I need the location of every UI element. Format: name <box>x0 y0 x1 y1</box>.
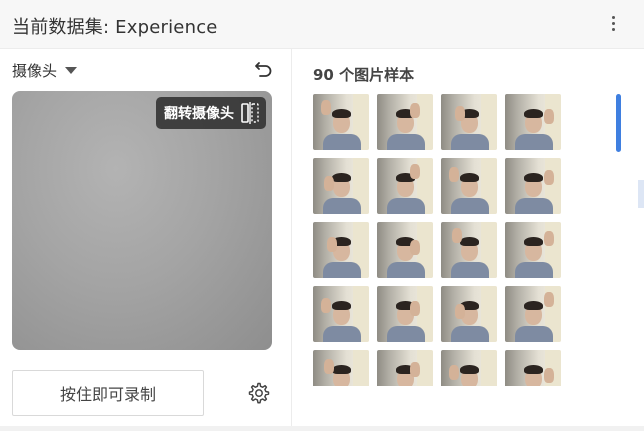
gear-icon[interactable] <box>246 381 270 405</box>
sample-thumbnail[interactable] <box>505 222 561 278</box>
undo-icon[interactable] <box>254 59 274 79</box>
thumbnail-shirt <box>323 134 361 150</box>
sample-thumbnail[interactable] <box>377 286 433 342</box>
thumbnail-shirt <box>323 198 361 214</box>
thumbnail-hair <box>524 301 543 310</box>
samples-panel: 90 个图片样本 <box>293 49 644 431</box>
thumbnail-shirt <box>451 262 489 278</box>
thumbnail-hair <box>524 109 543 118</box>
bottom-divider <box>0 426 644 431</box>
thumbnail-shirt <box>515 326 553 342</box>
thumbnail-hand <box>544 368 554 383</box>
more-vertical-icon[interactable] <box>604 12 622 34</box>
thumbnail-hand <box>410 103 420 118</box>
samples-grid <box>313 94 573 386</box>
thumbnail-shirt <box>323 326 361 342</box>
sample-thumbnail[interactable] <box>505 94 561 150</box>
sample-thumbnail[interactable] <box>377 350 433 386</box>
thumbnail-hand <box>452 228 462 243</box>
hold-to-record-button[interactable]: 按住即可录制 <box>12 370 204 416</box>
thumbnail-hair <box>460 237 479 246</box>
dataset-title: 当前数据集: Experience <box>12 17 218 38</box>
scrollbar-thumb[interactable] <box>616 94 621 152</box>
thumbnail-hand <box>410 240 420 255</box>
sample-thumbnail[interactable] <box>441 158 497 214</box>
camera-select-label: 摄像头 <box>12 61 58 80</box>
thumbnail-hair <box>524 237 543 246</box>
thumbnail-shirt <box>451 198 489 214</box>
thumbnail-hand <box>410 301 420 316</box>
thumbnail-hand <box>455 106 465 121</box>
thumbnail-hand <box>410 164 420 179</box>
sample-thumbnail[interactable] <box>313 286 369 342</box>
thumbnail-shirt <box>451 134 489 150</box>
samples-count-title: 90 个图片样本 <box>313 66 415 84</box>
thumbnail-hand <box>544 231 554 246</box>
app-header: 当前数据集: Experience <box>0 0 644 49</box>
flip-camera-button[interactable]: 翻转摄像头 <box>156 97 266 129</box>
thumbnail-hand <box>544 292 554 307</box>
thumbnail-shirt <box>451 326 489 342</box>
sample-thumbnail[interactable] <box>505 286 561 342</box>
thumbnail-hand <box>324 359 334 374</box>
sample-thumbnail[interactable] <box>313 94 369 150</box>
thumbnail-hair <box>460 173 479 182</box>
camera-select[interactable]: 摄像头 <box>12 59 78 81</box>
camera-panel: 摄像头 翻转摄像头 按住即可录制 <box>0 49 292 431</box>
thumbnail-hand <box>544 109 554 124</box>
sample-thumbnail[interactable] <box>313 350 369 386</box>
flip-camera-label: 翻转摄像头 <box>164 106 234 122</box>
thumbnail-hair <box>332 301 351 310</box>
sample-thumbnail[interactable] <box>377 158 433 214</box>
thumbnail-hand <box>321 298 331 313</box>
sample-thumbnail[interactable] <box>505 158 561 214</box>
thumbnail-hair <box>524 365 543 374</box>
samples-scroll-area[interactable] <box>313 94 573 386</box>
thumbnail-hand <box>324 176 334 191</box>
sample-thumbnail[interactable] <box>441 94 497 150</box>
thumbnail-shirt <box>387 262 425 278</box>
thumbnail-hair <box>332 365 351 374</box>
thumbnail-wall <box>353 350 369 386</box>
sample-thumbnail[interactable] <box>313 158 369 214</box>
thumbnail-hand <box>544 170 554 185</box>
thumbnail-hair <box>460 365 479 374</box>
caret-down-icon <box>65 66 78 74</box>
thumbnail-hand <box>321 100 331 115</box>
sample-thumbnail[interactable] <box>377 94 433 150</box>
sample-thumbnail[interactable] <box>441 350 497 386</box>
thumbnail-hand <box>449 365 459 380</box>
thumbnail-hand <box>410 362 420 377</box>
thumbnail-hair <box>332 173 351 182</box>
thumbnail-wall <box>481 350 497 386</box>
thumbnail-shirt <box>515 198 553 214</box>
thumbnail-shirt <box>323 262 361 278</box>
thumbnail-shirt <box>387 198 425 214</box>
thumbnail-shirt <box>515 134 553 150</box>
thumbnail-hair <box>524 173 543 182</box>
sample-thumbnail[interactable] <box>313 222 369 278</box>
camera-preview: 翻转摄像头 <box>12 91 272 350</box>
sample-thumbnail[interactable] <box>505 350 561 386</box>
flip-camera-icon <box>241 102 259 124</box>
sample-thumbnail[interactable] <box>441 222 497 278</box>
thumbnail-hand <box>327 237 337 252</box>
thumbnail-hand <box>449 167 459 182</box>
thumbnail-shirt <box>387 134 425 150</box>
sample-thumbnail[interactable] <box>441 286 497 342</box>
thumbnail-shirt <box>515 262 553 278</box>
thumbnail-hand <box>455 304 465 319</box>
side-edge-indicator <box>638 180 644 208</box>
thumbnail-hair <box>332 109 351 118</box>
sample-thumbnail[interactable] <box>377 222 433 278</box>
thumbnail-shirt <box>387 326 425 342</box>
